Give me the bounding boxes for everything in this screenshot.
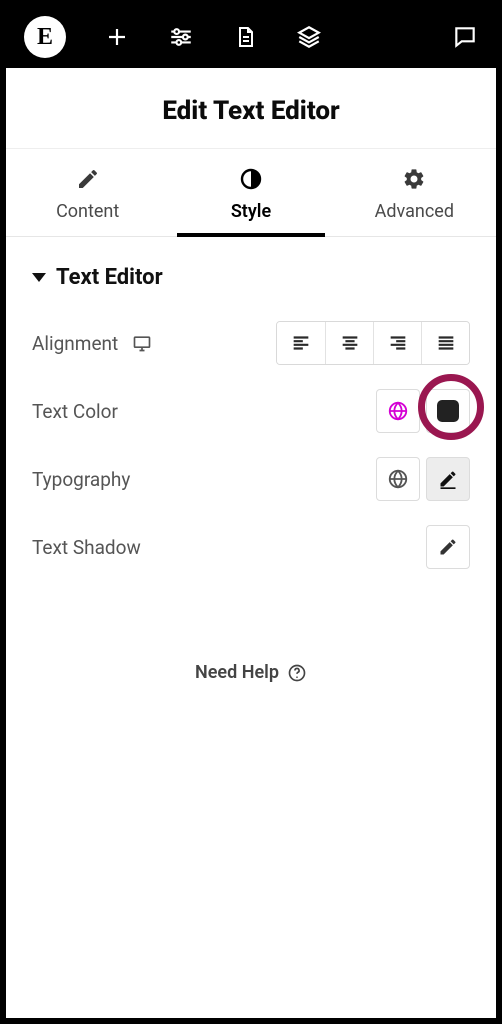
control-text-color: Text Color bbox=[32, 386, 470, 436]
align-justify-button[interactable] bbox=[421, 322, 469, 364]
globe-icon bbox=[387, 400, 409, 422]
align-right-button[interactable] bbox=[373, 322, 421, 364]
control-text-shadow: Text Shadow bbox=[32, 522, 470, 572]
typography-label: Typography bbox=[32, 468, 130, 491]
text-color-label: Text Color bbox=[32, 400, 118, 423]
tab-style[interactable]: Style bbox=[169, 149, 332, 236]
text-shadow-edit-button[interactable] bbox=[426, 525, 470, 569]
top-toolbar: E bbox=[6, 6, 496, 68]
section-title: Text Editor bbox=[56, 265, 163, 290]
section-toggle-text-editor[interactable]: Text Editor bbox=[32, 265, 470, 290]
global-color-button[interactable] bbox=[376, 389, 420, 433]
tab-content-label: Content bbox=[56, 201, 119, 222]
tab-advanced-label: Advanced bbox=[375, 201, 454, 222]
panel-title: Edit Text Editor bbox=[6, 68, 496, 149]
tab-style-label: Style bbox=[231, 201, 271, 222]
need-help-link[interactable]: Need Help bbox=[32, 662, 470, 683]
pencil-icon bbox=[438, 537, 458, 557]
text-shadow-label: Text Shadow bbox=[32, 536, 141, 559]
align-left-button[interactable] bbox=[277, 322, 325, 364]
gear-icon bbox=[402, 167, 426, 191]
need-help-label: Need Help bbox=[195, 662, 279, 683]
alignment-label: Alignment bbox=[32, 332, 118, 355]
control-alignment: Alignment bbox=[32, 318, 470, 368]
tabs: Content Style Advanced bbox=[6, 149, 496, 237]
tab-advanced[interactable]: Advanced bbox=[333, 149, 496, 236]
document-icon[interactable] bbox=[232, 24, 258, 50]
caret-down-icon bbox=[32, 273, 46, 282]
control-typography: Typography bbox=[32, 454, 470, 504]
settings-sliders-icon[interactable] bbox=[168, 24, 194, 50]
tab-content[interactable]: Content bbox=[6, 149, 169, 236]
typography-edit-button[interactable] bbox=[426, 457, 470, 501]
half-circle-icon bbox=[239, 167, 263, 191]
add-icon[interactable] bbox=[104, 24, 130, 50]
chat-icon[interactable] bbox=[452, 24, 478, 50]
alignment-group bbox=[276, 321, 470, 365]
pencil-icon bbox=[76, 167, 100, 191]
responsive-icon[interactable] bbox=[132, 333, 152, 353]
elementor-logo[interactable]: E bbox=[24, 16, 66, 58]
help-icon bbox=[287, 663, 307, 683]
layers-icon[interactable] bbox=[296, 24, 322, 50]
globe-icon bbox=[387, 468, 409, 490]
highlight-ring-annotation bbox=[418, 374, 484, 440]
pencil-icon bbox=[438, 469, 458, 489]
global-typography-button[interactable] bbox=[376, 457, 420, 501]
align-center-button[interactable] bbox=[325, 322, 373, 364]
